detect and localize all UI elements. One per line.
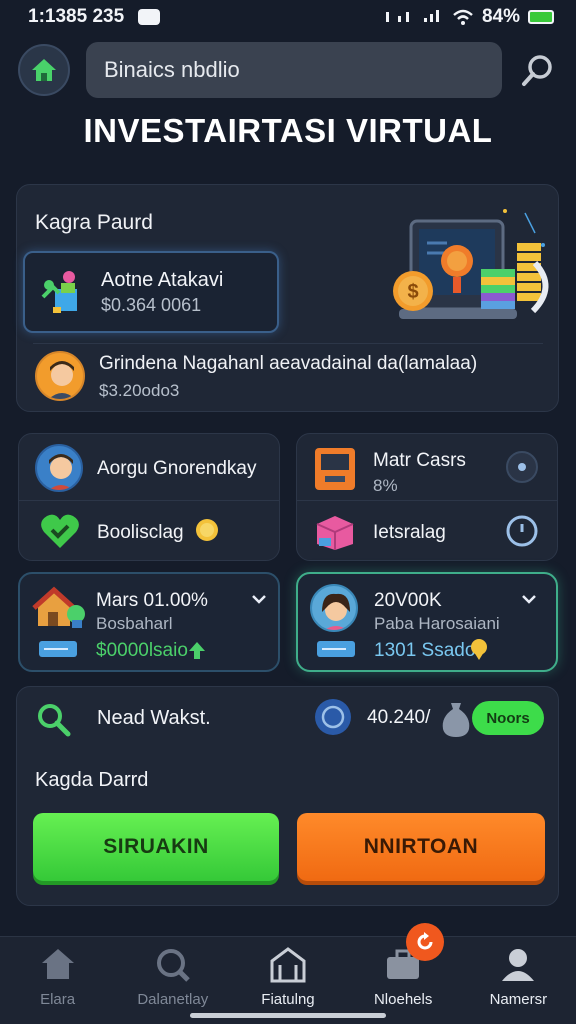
home-icon bbox=[41, 949, 74, 979]
globe-icon bbox=[315, 699, 351, 735]
info-card-right: Matr Casrs 8% Ietsralag bbox=[296, 433, 558, 561]
nav-item-dashboard[interactable]: Dalanetlay bbox=[118, 945, 228, 1008]
nav-item-home[interactable]: Elara bbox=[3, 945, 113, 1008]
stat-right-avatar bbox=[310, 584, 358, 632]
svg-text:$: $ bbox=[407, 281, 418, 303]
nav-label-features: Fiatulng bbox=[261, 991, 315, 1008]
active-asset-name: Aotne Atakavi bbox=[101, 269, 224, 291]
nav-item-models[interactable]: Nloehels bbox=[348, 945, 458, 1008]
nav-label-profile: Namersr bbox=[489, 991, 548, 1008]
active-asset-card[interactable]: Aotne Atakavi $0.364 0061 bbox=[23, 251, 279, 333]
notification-badge[interactable] bbox=[406, 923, 444, 961]
stat-left-sub: Bosbaharl bbox=[96, 614, 173, 633]
chevron-down-icon[interactable] bbox=[520, 592, 538, 606]
home-indicator[interactable] bbox=[190, 1013, 386, 1018]
info-left-top-label: Aorgu Gnorendkay bbox=[97, 458, 257, 479]
card-chip-icon bbox=[317, 641, 355, 657]
info-card-left: Aorgu Gnorendkay Boolisclag bbox=[18, 433, 280, 561]
status-time: 1:1385 235 bbox=[28, 6, 125, 27]
nav-label-dashboard: Dalanetlay bbox=[137, 991, 209, 1008]
wifi-icon bbox=[453, 9, 473, 25]
search-icon[interactable] bbox=[35, 701, 73, 739]
home-icon bbox=[32, 59, 56, 81]
battery-icon bbox=[528, 10, 554, 24]
user-holding-value: $3.20odo3 bbox=[99, 381, 180, 400]
stat-card-right[interactable]: 20V00K Paba Harosaiani 1301 Ssado bbox=[296, 572, 558, 672]
up-arrow-icon bbox=[189, 642, 205, 659]
page-title: INVESTAIRTASI VIRTUAL bbox=[83, 112, 493, 149]
action-card: Nead Wakst. 40.240/ Noors Kagda Darrd SI… bbox=[16, 686, 559, 906]
card-divider bbox=[33, 343, 543, 344]
search-input[interactable]: Binaics nbdlio bbox=[86, 42, 502, 98]
pin-icon bbox=[471, 639, 487, 660]
nav-item-profile[interactable]: Namersr bbox=[463, 945, 573, 1008]
nav-label-home: Elara bbox=[40, 991, 76, 1008]
laptop-coins-illustration: $ bbox=[393, 209, 549, 319]
info-right-top-sub: 8% bbox=[373, 476, 398, 495]
active-asset-value: $0.364 0061 bbox=[101, 295, 202, 315]
user-avatar bbox=[35, 351, 85, 401]
status-right: 84% bbox=[384, 6, 554, 28]
stat-right-value: 1301 Ssado bbox=[374, 640, 476, 661]
money-bag-icon bbox=[442, 703, 470, 737]
top-bar: Binaics nbdlio bbox=[0, 34, 576, 106]
user-icon bbox=[502, 949, 535, 981]
bottom-nav: Elara Dalanetlay Fiatulng Nloehels Namer… bbox=[0, 936, 576, 1024]
heart-check-icon bbox=[41, 514, 79, 548]
info-right-bottom-label: Ietsralag bbox=[373, 522, 446, 543]
building-icon bbox=[270, 947, 306, 983]
nav-item-features[interactable]: Fiatulng bbox=[233, 945, 343, 1008]
action-section-label: Kagda Darrd bbox=[35, 769, 149, 791]
property-house-icon bbox=[32, 586, 85, 628]
search-chat-icon bbox=[156, 949, 190, 982]
stat-right-sub: Paba Harosaiani bbox=[374, 614, 500, 633]
status-left: 1:1385 235 bbox=[28, 6, 161, 28]
battery-percent: 84% bbox=[481, 6, 520, 27]
signal-icons bbox=[385, 10, 439, 22]
nav-label-models: Nloehels bbox=[373, 991, 433, 1008]
search-value: Binaics nbdlio bbox=[104, 57, 240, 82]
stat-right-title: 20V00K bbox=[374, 590, 442, 611]
stat-left-title: Mars 01.00% bbox=[96, 590, 208, 611]
info-left-divider bbox=[19, 500, 279, 501]
search-icon[interactable] bbox=[518, 50, 558, 90]
coin-icon bbox=[196, 519, 218, 541]
timer-icon[interactable] bbox=[505, 514, 539, 548]
action-row-value: 40.240/ bbox=[367, 707, 431, 728]
home-button[interactable] bbox=[18, 44, 70, 96]
info-right-divider bbox=[297, 500, 557, 501]
secondary-action-button[interactable]: NNIRTOAN bbox=[297, 813, 545, 881]
primary-action-button[interactable]: SIRUAKIN bbox=[33, 813, 279, 881]
stat-card-left[interactable]: Mars 01.00% Bosbaharl $0000lsaio bbox=[18, 572, 280, 672]
investor-avatar bbox=[35, 444, 83, 492]
package-box-icon bbox=[316, 516, 354, 550]
status-toggle[interactable]: Noors bbox=[472, 701, 544, 735]
cast-icon bbox=[138, 9, 161, 25]
chevron-down-icon[interactable] bbox=[250, 592, 268, 606]
stat-left-value: $0000lsaio bbox=[96, 640, 188, 661]
user-holding-name: Grindena Nagahanl aeavadainal da(lamalaa… bbox=[99, 353, 478, 374]
atm-icon bbox=[315, 448, 355, 490]
portfolio-title: Kagra Paurd bbox=[35, 211, 153, 234]
action-row-label: Nead Wakst. bbox=[97, 707, 211, 729]
portfolio-card: Kagra Paurd Aotne Atakavi $0.364 0061 $ bbox=[16, 184, 559, 412]
refresh-icon bbox=[417, 932, 433, 950]
info-right-top-label: Matr Casrs bbox=[373, 450, 466, 471]
status-bar: 1:1385 235 84% bbox=[0, 0, 576, 34]
info-right-top-indicator-icon[interactable] bbox=[505, 450, 539, 484]
info-left-bottom-label: Boolisclag bbox=[97, 522, 184, 543]
house-investment-icon bbox=[41, 271, 77, 313]
card-chip-icon bbox=[39, 641, 77, 657]
